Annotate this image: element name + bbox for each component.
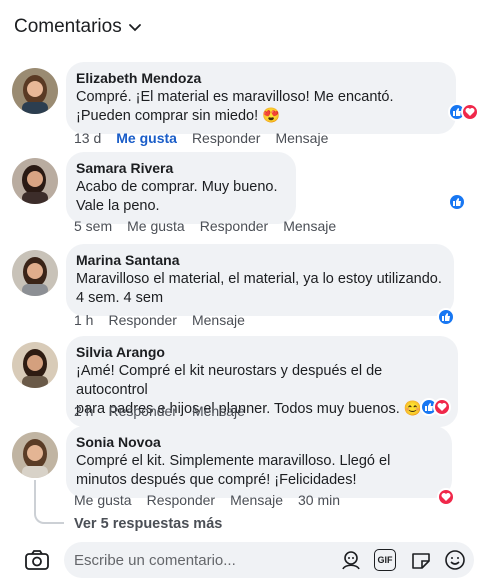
comment-bubble: Marina Santana Maravilloso el material, … xyxy=(66,244,454,316)
avatar[interactable] xyxy=(12,250,58,296)
comment-time[interactable]: 5 sem xyxy=(74,218,112,234)
message-button[interactable]: Mensaje xyxy=(275,130,328,146)
reaction-summary[interactable] xyxy=(437,488,455,506)
comment-text: Compré el kit. Simplemente maravilloso. … xyxy=(76,453,391,488)
reaction-summary[interactable] xyxy=(448,193,466,211)
reply-button[interactable]: Responder xyxy=(108,403,177,419)
like-icon xyxy=(437,308,455,326)
reply-button[interactable]: Responder xyxy=(200,218,269,234)
avatar[interactable] xyxy=(12,158,58,204)
like-button[interactable]: Me gusta xyxy=(74,492,132,508)
comment-actions: 1 h Responder Mensaje xyxy=(74,312,245,328)
comment-actions: Me gusta Responder Mensaje 30 min xyxy=(74,492,340,508)
avatar[interactable] xyxy=(12,342,58,388)
emoji-icon[interactable] xyxy=(444,549,466,571)
reaction-summary[interactable] xyxy=(448,103,479,121)
comment-time[interactable]: 30 min xyxy=(298,492,340,508)
comment-actions: 13 d Me gusta Responder Mensaje xyxy=(74,130,328,146)
reaction-summary[interactable] xyxy=(437,308,455,326)
avatar-sticker-icon[interactable] xyxy=(340,549,362,571)
love-icon xyxy=(437,488,455,506)
camera-icon[interactable] xyxy=(24,548,50,572)
comment-author[interactable]: Elizabeth Mendoza xyxy=(76,69,446,87)
thread-line xyxy=(34,480,64,524)
comment-text: Maravilloso el material, el material, ya… xyxy=(76,271,442,306)
reply-button[interactable]: Responder xyxy=(108,312,177,328)
comment-author[interactable]: Marina Santana xyxy=(76,251,444,269)
comment-input[interactable] xyxy=(74,542,334,578)
message-button[interactable]: Mensaje xyxy=(283,218,336,234)
comment-actions: 2 h Responder Mensaje xyxy=(74,403,245,419)
comments-header[interactable]: Comentarios xyxy=(14,16,142,38)
comment-author[interactable]: Samara Rivera xyxy=(76,159,286,177)
comment-bubble: Samara Rivera Acabo de comprar. Muy buen… xyxy=(66,152,296,224)
avatar[interactable] xyxy=(12,68,58,114)
view-more-replies-link[interactable]: Ver 5 respuestas más xyxy=(74,516,222,532)
comment-author[interactable]: Silvia Arango xyxy=(76,343,448,361)
comment-author[interactable]: Sonia Novoa xyxy=(76,433,442,451)
comment-text: Compré. ¡El material es maravilloso! Me … xyxy=(76,89,394,124)
like-icon xyxy=(448,193,466,211)
comment-time[interactable]: 1 h xyxy=(74,312,93,328)
comment-composer: GIF xyxy=(0,540,500,582)
sticker-icon[interactable] xyxy=(410,549,432,571)
message-button[interactable]: Mensaje xyxy=(230,492,283,508)
comment-time[interactable]: 13 d xyxy=(74,130,101,146)
love-icon xyxy=(433,398,451,416)
reaction-summary[interactable] xyxy=(420,398,451,416)
comment-actions: 5 sem Me gusta Responder Mensaje xyxy=(74,218,336,234)
reply-button[interactable]: Responder xyxy=(147,492,216,508)
like-button[interactable]: Me gusta xyxy=(127,218,185,234)
message-button[interactable]: Mensaje xyxy=(192,312,245,328)
comment-bubble: Sonia Novoa Compré el kit. Simplemente m… xyxy=(66,426,452,498)
message-button[interactable]: Mensaje xyxy=(192,403,245,419)
comment-text: Acabo de comprar. Muy bueno. Vale la pen… xyxy=(76,179,278,214)
reply-button[interactable]: Responder xyxy=(192,130,261,146)
comment-time[interactable]: 2 h xyxy=(74,403,93,419)
comments-title: Comentarios xyxy=(14,16,122,37)
avatar[interactable] xyxy=(12,432,58,478)
gif-icon[interactable]: GIF xyxy=(374,549,396,571)
gif-label: GIF xyxy=(377,555,393,565)
comment-input-container: GIF xyxy=(64,542,474,578)
love-icon xyxy=(461,103,479,121)
comment-bubble: Elizabeth Mendoza Compré. ¡El material e… xyxy=(66,62,456,134)
chevron-down-icon xyxy=(128,24,141,32)
like-button[interactable]: Me gusta xyxy=(116,130,177,146)
